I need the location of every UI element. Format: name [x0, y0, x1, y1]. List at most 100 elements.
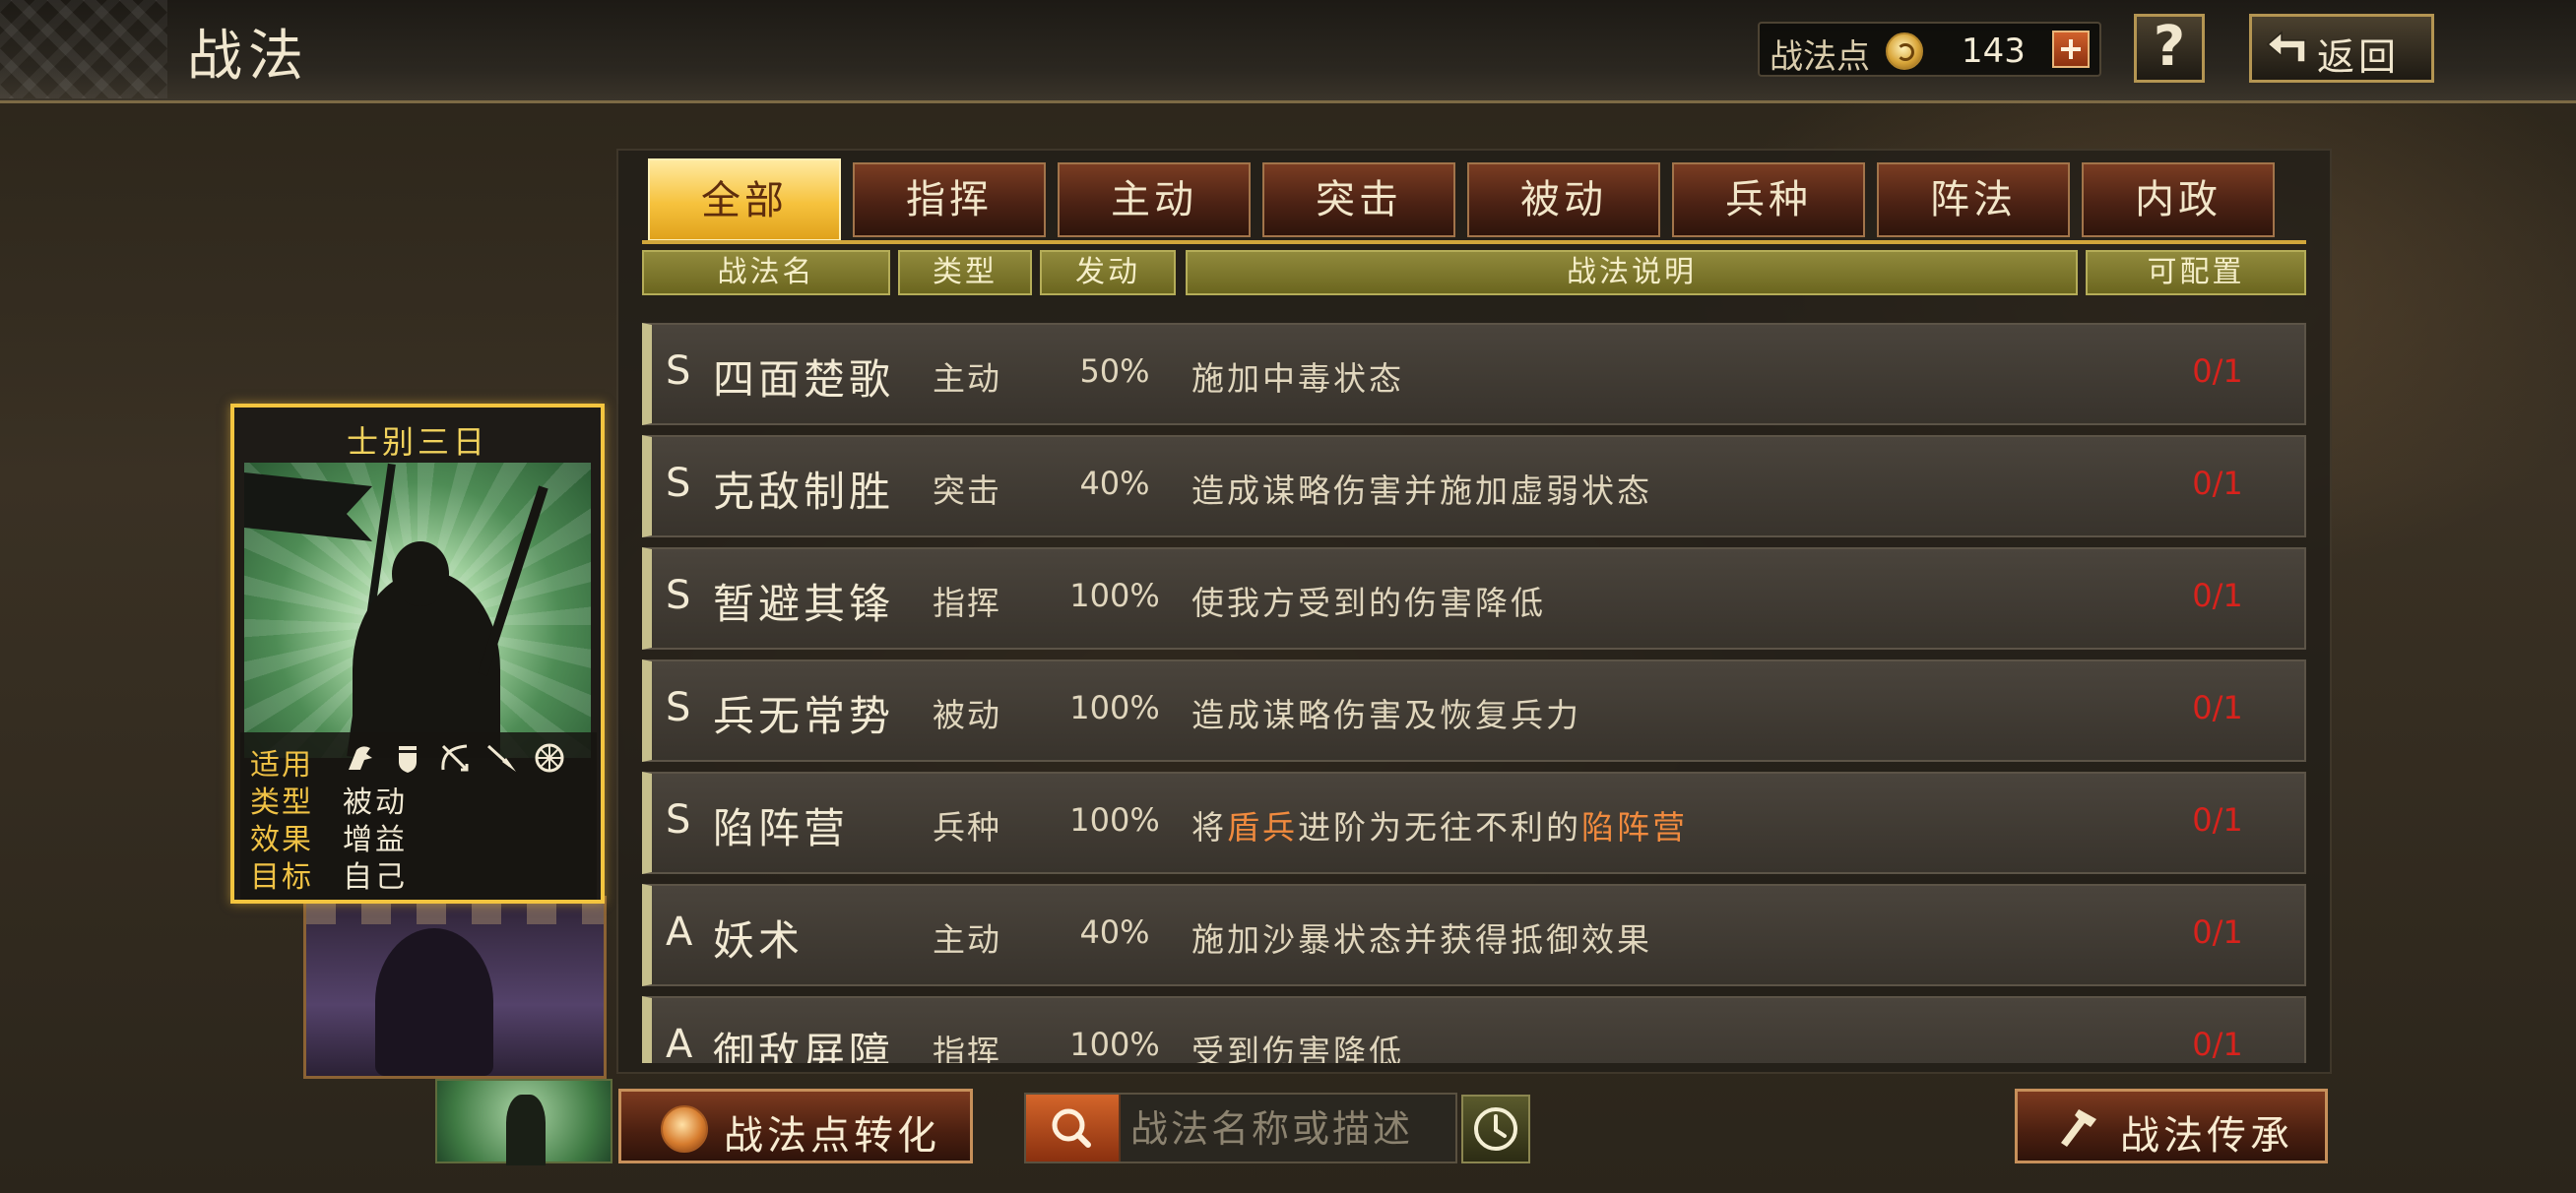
back-button[interactable]: 返回 — [2249, 14, 2434, 83]
tab-passive[interactable]: 被动 — [1467, 162, 1660, 237]
cavalry-icon — [349, 746, 372, 770]
skill-description: 受到伤害降低 — [1191, 1033, 1404, 1063]
wheel-icon — [535, 743, 564, 773]
skill-configurable: 0/1 — [2192, 801, 2243, 839]
skill-configurable: 0/1 — [2192, 577, 2243, 614]
skill-points-label: 战法点 — [1770, 37, 1870, 77]
skill-type: 突击 — [933, 471, 1001, 510]
skill-type: 指挥 — [933, 584, 1001, 622]
skill-description: 施加中毒状态 — [1191, 359, 1404, 398]
tab-assault[interactable]: 突击 — [1262, 162, 1455, 237]
skill-description: 造成谋略伤害并施加虚弱状态 — [1191, 471, 1652, 510]
skill-name: 陷阵营 — [713, 804, 850, 852]
skill-name: 四面楚歌 — [713, 355, 895, 404]
skill-type: 兵种 — [933, 808, 1001, 847]
search-button[interactable] — [1026, 1095, 1121, 1162]
skill-point-coin-icon — [1886, 32, 1923, 70]
hammer-icon — [2061, 1109, 2096, 1147]
tab-all[interactable]: 全部 — [648, 158, 841, 241]
column-header-name[interactable]: 战法名 — [642, 250, 890, 295]
skill-list: S 四面楚歌 主动 50% 施加中毒状态 0/1 S 克敌制胜 突击 40% 造… — [642, 323, 2306, 1063]
top-bar: 战法 战法点 143 ? 返回 — [0, 0, 2576, 103]
skill-grade: S — [666, 685, 691, 730]
tab-active[interactable]: 主动 — [1058, 162, 1251, 237]
skill-points-display: 战法点 143 — [1758, 22, 2101, 77]
skill-description: 施加沙暴状态并获得抵御效果 — [1191, 920, 1652, 959]
category-tabs: 全部 指挥 主动 突击 被动 兵种 阵法 内政 — [648, 158, 2302, 241]
page-title: 战法 — [187, 25, 309, 89]
highlight-text: 陷阵营 — [1581, 808, 1688, 847]
skill-rate: 100% — [1069, 801, 1160, 839]
history-button[interactable] — [1461, 1095, 1530, 1163]
target-value: 自己 — [343, 860, 408, 895]
back-label: 返回 — [2317, 35, 2401, 79]
column-header-configurable[interactable]: 可配置 — [2086, 250, 2306, 295]
skill-grade: A — [666, 910, 693, 955]
skill-row[interactable]: S 兵无常势 被动 100% 造成谋略伤害及恢复兵力 0/1 — [642, 659, 2306, 762]
skill-name: 克敌制胜 — [713, 468, 895, 516]
banner-silhouette — [244, 472, 372, 541]
selected-skill-card[interactable]: 士别三日 适用 类型 被动 效果 增益 目标 自己 — [230, 404, 605, 904]
help-button[interactable]: ? — [2134, 14, 2205, 83]
stacked-card-third[interactable] — [435, 1079, 612, 1165]
skill-grade: S — [666, 573, 691, 618]
skill-rate: 100% — [1069, 1026, 1160, 1063]
skill-description: 将盾兵进阶为无往不利的陷阵营 — [1191, 808, 1688, 847]
skill-configurable: 0/1 — [2192, 689, 2243, 726]
skill-type: 指挥 — [933, 1033, 1001, 1063]
skill-rate: 40% — [1079, 465, 1150, 502]
skill-rate: 100% — [1069, 689, 1160, 726]
skill-row[interactable]: A 御敌屏障 指挥 100% 受到伤害降低 0/1 — [642, 996, 2306, 1063]
table-header: 战法名 类型 发动 战法说明 可配置 — [642, 250, 2306, 295]
skill-grade: A — [666, 1022, 693, 1063]
tab-troop[interactable]: 兵种 — [1672, 162, 1865, 237]
silhouette-figure — [375, 928, 493, 1076]
skill-rate: 100% — [1069, 577, 1160, 614]
spear-icon — [486, 744, 516, 772]
skill-inherit-label: 战法传承 — [2120, 1113, 2293, 1159]
skill-description: 使我方受到的伤害降低 — [1191, 584, 1546, 622]
search-input[interactable] — [1128, 1100, 1448, 1158]
skill-row[interactable]: S 四面楚歌 主动 50% 施加中毒状态 0/1 — [642, 323, 2306, 425]
skill-row[interactable]: S 陷阵营 兵种 100% 将盾兵进阶为无往不利的陷阵营 0/1 — [642, 772, 2306, 874]
skill-name: 暂避其锋 — [713, 580, 895, 628]
skill-configurable: 0/1 — [2192, 352, 2243, 390]
column-header-rate[interactable]: 发动 — [1040, 250, 1176, 295]
add-points-button[interactable] — [2052, 31, 2090, 68]
skill-points-value: 143 — [1962, 31, 2026, 71]
tab-command[interactable]: 指挥 — [853, 162, 1046, 237]
column-header-type[interactable]: 类型 — [898, 250, 1032, 295]
skill-grade: S — [666, 797, 691, 843]
shield-icon — [399, 746, 417, 773]
skill-rate: 50% — [1079, 352, 1150, 390]
skill-row[interactable]: S 克敌制胜 突击 40% 造成谋略伤害并施加虚弱状态 0/1 — [642, 435, 2306, 537]
search-icon — [1052, 1108, 1091, 1148]
return-arrow-icon — [2266, 31, 2306, 63]
skill-description: 造成谋略伤害及恢复兵力 — [1191, 696, 1581, 734]
column-header-description: 战法说明 — [1186, 250, 2078, 295]
skill-name: 御敌屏障 — [713, 1029, 895, 1063]
skill-configurable: 0/1 — [2192, 465, 2243, 502]
warrior-head — [392, 541, 449, 606]
skill-row[interactable]: A 妖术 主动 40% 施加沙暴状态并获得抵御效果 0/1 — [642, 884, 2306, 986]
skill-name: 妖术 — [713, 916, 805, 965]
applicable-troops — [343, 740, 579, 780]
search-bar — [1024, 1093, 1457, 1163]
tab-internal[interactable]: 内政 — [2082, 162, 2275, 237]
skill-type: 主动 — [933, 359, 1001, 398]
tab-formation[interactable]: 阵法 — [1877, 162, 2070, 237]
skill-type: 主动 — [933, 920, 1001, 959]
skill-inherit-button[interactable]: 战法传承 — [2015, 1089, 2328, 1163]
target-label: 目标 — [250, 860, 313, 895]
card-illustration — [244, 463, 591, 758]
convert-points-button[interactable]: 战法点转化 — [618, 1089, 973, 1163]
clock-icon — [1474, 1107, 1517, 1151]
skill-grade: S — [666, 348, 691, 394]
sword-silhouette — [478, 485, 548, 676]
skill-configurable: 0/1 — [2192, 913, 2243, 951]
stacked-card-back[interactable] — [303, 896, 607, 1079]
card-info: 适用 类型 被动 效果 增益 目标 自己 — [240, 732, 597, 900]
skill-row[interactable]: S 暂避其锋 指挥 100% 使我方受到的伤害降低 0/1 — [642, 547, 2306, 650]
fire-coin-icon — [661, 1105, 708, 1153]
highlight-text: 盾兵 — [1227, 808, 1298, 847]
